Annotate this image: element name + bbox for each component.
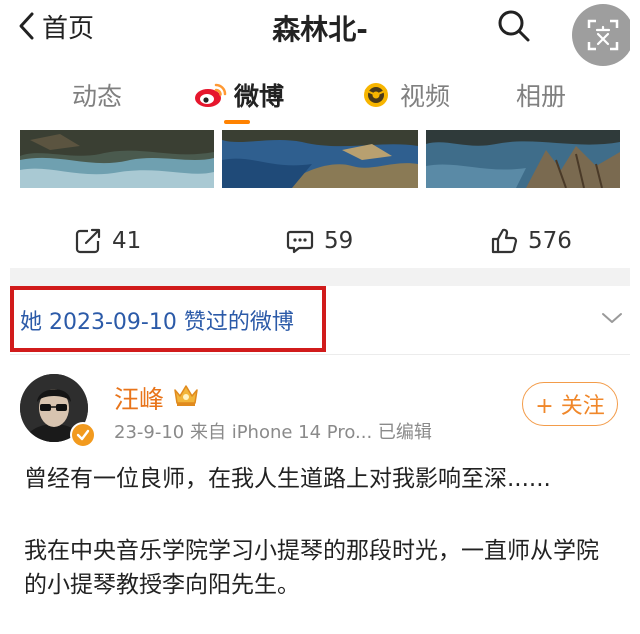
share-icon xyxy=(75,228,101,254)
post-meta: 23-9-10 来自 iPhone 14 Pro... 已编辑 xyxy=(114,422,432,443)
photo-thumbnail-1[interactable] xyxy=(20,130,214,188)
chevron-down-icon[interactable] xyxy=(600,310,624,326)
tab-label: 微博 xyxy=(234,82,285,111)
repost-count: 41 xyxy=(112,228,142,254)
tab-label: 相册 xyxy=(516,82,567,111)
video-icon xyxy=(364,83,388,107)
search-icon[interactable] xyxy=(496,8,532,44)
tab-label: 视频 xyxy=(400,82,451,111)
like-count: 576 xyxy=(528,228,572,254)
post-paragraph-3: 的小提琴教授李向阳先生。 xyxy=(24,572,300,598)
follow-button[interactable]: + 关注 xyxy=(522,382,618,426)
highlight-box xyxy=(10,286,326,352)
photo-thumbnail-2[interactable] xyxy=(222,130,418,188)
active-tab-indicator xyxy=(224,120,250,124)
author-name[interactable]: 汪峰 xyxy=(114,380,164,416)
tab-weibo[interactable]: 微博 xyxy=(194,70,284,120)
comment-button[interactable]: 59 xyxy=(286,218,353,264)
like-button[interactable]: 576 xyxy=(490,218,572,264)
scan-text-icon xyxy=(587,19,619,51)
tab-label: 动态 xyxy=(72,82,123,111)
divider-line xyxy=(10,354,630,355)
tab-album[interactable]: 相册 xyxy=(516,70,566,120)
comment-icon xyxy=(286,230,314,254)
post-paragraph-2: 我在中央音乐学院学习小提琴的那段时光，一直师从学院 xyxy=(24,538,599,564)
weibo-logo-icon xyxy=(195,83,227,107)
repost-button[interactable]: 41 xyxy=(74,218,141,264)
post-actions: 41 59 576 xyxy=(10,218,630,264)
tab-video[interactable]: 视频 xyxy=(360,70,450,120)
profile-tabs: 动态 微博 视频 相册 xyxy=(10,70,630,126)
top-nav: 首页 森林北- xyxy=(10,0,630,66)
crown-badge-icon xyxy=(174,385,198,406)
app-screen: 首页 森林北- 动态 微博 视频 相册 41 59 576 她 2023-09-… xyxy=(10,0,630,634)
comment-count: 59 xyxy=(324,228,354,254)
thumbs-up-icon xyxy=(491,228,518,254)
text-recognition-button[interactable] xyxy=(572,4,630,66)
post-paragraph-1: 曾经有一位良师，在我人生道路上对我影响至深...... xyxy=(24,466,551,492)
tab-activity[interactable]: 动态 xyxy=(72,70,122,120)
verified-badge-icon xyxy=(70,422,96,448)
section-divider xyxy=(10,268,630,286)
page-title: 森林北- xyxy=(272,13,368,46)
photo-thumbnail-3[interactable] xyxy=(426,130,620,188)
